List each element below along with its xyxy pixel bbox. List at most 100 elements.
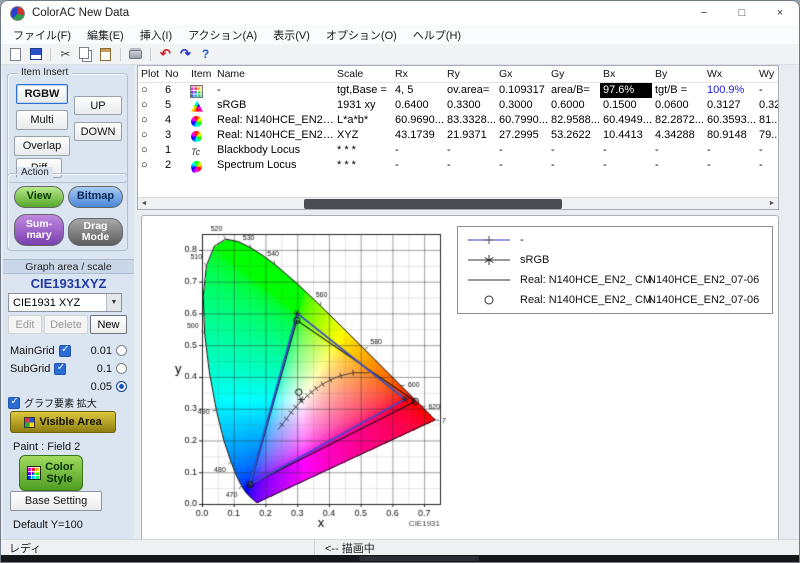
new-file-icon[interactable] bbox=[7, 46, 24, 63]
minimize-button[interactable]: − bbox=[685, 1, 723, 25]
maingrid-checkbox[interactable] bbox=[59, 345, 71, 357]
cell-name[interactable]: sRGB bbox=[214, 98, 334, 113]
menu-item-5[interactable]: 表示(V) bbox=[265, 25, 318, 45]
scroll-right-icon[interactable]: ► bbox=[766, 199, 778, 209]
scale-dropdown[interactable]: CIE1931 XYZ ▼ bbox=[8, 293, 122, 312]
cell-item[interactable] bbox=[188, 83, 214, 98]
cell-plot[interactable]: ○ bbox=[138, 128, 162, 143]
view-button[interactable]: View bbox=[14, 186, 64, 208]
column-header-bx[interactable]: Bx bbox=[600, 66, 652, 82]
menu-item-7[interactable]: ヘルプ(H) bbox=[405, 25, 469, 45]
maximize-button[interactable]: □ bbox=[723, 1, 761, 25]
cell-rx[interactable]: 4, 5 bbox=[392, 83, 444, 98]
multi-button[interactable]: Multi bbox=[16, 110, 68, 130]
base-setting-button[interactable]: Base Setting bbox=[10, 491, 102, 511]
column-header-gx[interactable]: Gx bbox=[496, 66, 548, 82]
cell-gx[interactable]: 27.2995 bbox=[496, 128, 548, 143]
column-header-name[interactable]: Name bbox=[214, 66, 334, 82]
table-row[interactable]: ○2Spectrum Locus* * *-------- bbox=[138, 158, 778, 173]
cell-scale[interactable]: * * * bbox=[334, 143, 392, 158]
column-header-item[interactable]: Item bbox=[188, 66, 214, 82]
cell-wy[interactable]: 81... bbox=[756, 113, 779, 128]
cell-no[interactable]: 1 bbox=[162, 143, 188, 158]
menu-item-2[interactable]: 編集(E) bbox=[79, 25, 132, 45]
table-row[interactable]: ○3Real: N140HCE_EN2_ CMN_XYZ43.173921.93… bbox=[138, 128, 778, 143]
cell-by[interactable]: 4.34288 bbox=[652, 128, 704, 143]
scroll-left-icon[interactable]: ◄ bbox=[138, 199, 150, 209]
visible-area-button[interactable]: Visible Area bbox=[10, 411, 116, 433]
column-header-plot[interactable]: Plot bbox=[138, 66, 162, 82]
cell-wy[interactable]: - bbox=[756, 158, 779, 173]
cell-gy[interactable]: 82.9588... bbox=[548, 113, 600, 128]
cut-icon[interactable] bbox=[57, 46, 74, 63]
paste-icon[interactable] bbox=[97, 46, 114, 63]
cell-ry[interactable]: ov.area= bbox=[444, 83, 496, 98]
cell-item[interactable] bbox=[188, 128, 214, 143]
chevron-down-icon[interactable]: ▼ bbox=[106, 294, 121, 311]
cell-by[interactable]: - bbox=[652, 158, 704, 173]
cell-ry[interactable]: 83.3328... bbox=[444, 113, 496, 128]
cell-item[interactable] bbox=[188, 113, 214, 128]
cell-by[interactable]: 0.0600 bbox=[652, 98, 704, 113]
cell-rx[interactable]: 0.6400 bbox=[392, 98, 444, 113]
color-style-button[interactable]: ColorStyle bbox=[19, 455, 83, 491]
cell-wx[interactable]: 60.3593... bbox=[704, 113, 756, 128]
cell-wy[interactable]: 0.3290 bbox=[756, 98, 779, 113]
cell-rx[interactable]: - bbox=[392, 143, 444, 158]
close-button[interactable]: × bbox=[761, 1, 799, 25]
redo-icon[interactable] bbox=[177, 46, 194, 63]
subgrid-checkbox[interactable] bbox=[54, 363, 66, 375]
column-header-ry[interactable]: Ry bbox=[444, 66, 496, 82]
cell-item[interactable] bbox=[188, 143, 214, 158]
cell-bx[interactable]: 0.1500 bbox=[600, 98, 652, 113]
table-row[interactable]: ○6-tgt,Base =4, 5ov.area=0.109317area/B=… bbox=[138, 83, 778, 98]
cell-name[interactable]: Spectrum Locus bbox=[214, 158, 334, 173]
column-header-gy[interactable]: Gy bbox=[548, 66, 600, 82]
cell-plot[interactable]: ○ bbox=[138, 83, 162, 98]
cell-gx[interactable]: 60.7990... bbox=[496, 113, 548, 128]
new-button[interactable]: New bbox=[90, 315, 127, 334]
up-button[interactable]: UP bbox=[74, 96, 122, 115]
cell-gx[interactable]: 0.109317 bbox=[496, 83, 548, 98]
cell-wx[interactable]: 80.9148 bbox=[704, 128, 756, 143]
cell-wx[interactable]: 100.9% bbox=[704, 83, 756, 98]
menu-item-4[interactable]: アクション(A) bbox=[180, 25, 265, 45]
cell-bx[interactable]: 10.4413 bbox=[600, 128, 652, 143]
cell-gy[interactable]: 0.6000 bbox=[548, 98, 600, 113]
cell-scale[interactable]: tgt,Base = bbox=[334, 83, 392, 98]
cell-name[interactable]: - bbox=[214, 83, 334, 98]
cell-name[interactable]: Real: N140HCE_EN2_ CMN_ bbox=[214, 113, 334, 128]
column-header-wy[interactable]: Wy bbox=[756, 66, 779, 82]
cell-no[interactable]: 3 bbox=[162, 128, 188, 143]
grid-radio-3[interactable] bbox=[116, 381, 127, 392]
overlap-button[interactable]: Overlap bbox=[14, 136, 70, 156]
cell-wx[interactable]: - bbox=[704, 143, 756, 158]
table-row[interactable]: ○1Blackbody Locus* * *-------- bbox=[138, 143, 778, 158]
cell-wy[interactable]: - bbox=[756, 143, 779, 158]
cell-no[interactable]: 5 bbox=[162, 98, 188, 113]
cell-bx[interactable]: 60.4949... bbox=[600, 113, 652, 128]
cell-bx[interactable]: - bbox=[600, 158, 652, 173]
column-header-wx[interactable]: Wx bbox=[704, 66, 756, 82]
cell-by[interactable]: tgt/B = bbox=[652, 83, 704, 98]
cell-item[interactable] bbox=[188, 98, 214, 113]
cell-item[interactable] bbox=[188, 158, 214, 173]
bitmap-button[interactable]: Bitmap bbox=[68, 186, 123, 208]
cell-no[interactable]: 6 bbox=[162, 83, 188, 98]
cell-wx[interactable]: 0.3127 bbox=[704, 98, 756, 113]
save-icon[interactable] bbox=[27, 46, 44, 63]
rgbw-button[interactable]: RGBW bbox=[16, 84, 68, 104]
cie-chromaticity-canvas[interactable] bbox=[170, 222, 446, 532]
cell-gx[interactable]: - bbox=[496, 158, 548, 173]
menu-item-6[interactable]: オプション(O) bbox=[318, 25, 405, 45]
cell-rx[interactable]: 60.9690... bbox=[392, 113, 444, 128]
cell-gy[interactable]: 53.2622 bbox=[548, 128, 600, 143]
cell-wx[interactable]: - bbox=[704, 158, 756, 173]
cell-scale[interactable]: XYZ bbox=[334, 128, 392, 143]
cell-plot[interactable]: ○ bbox=[138, 158, 162, 173]
cell-no[interactable]: 2 bbox=[162, 158, 188, 173]
grid-radio-1[interactable] bbox=[116, 345, 127, 356]
delete-button[interactable]: Delete bbox=[44, 315, 88, 334]
table-scrollbar-thumb[interactable] bbox=[304, 199, 562, 209]
column-header-scale[interactable]: Scale bbox=[334, 66, 392, 82]
